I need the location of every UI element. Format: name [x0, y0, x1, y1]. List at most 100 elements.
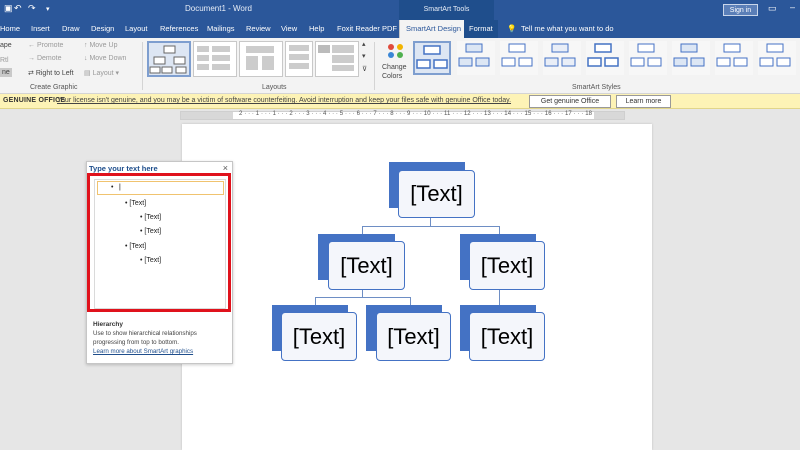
tab-draw[interactable]: Draw	[62, 20, 80, 38]
undo-icon[interactable]: ↶	[14, 3, 22, 14]
tab-references[interactable]: References	[160, 20, 198, 38]
layout-hierarchy-thumb[interactable]	[147, 41, 191, 77]
layouts-more-icon[interactable]: ⊽	[362, 65, 367, 73]
customize-qat-icon[interactable]: ▾	[46, 5, 50, 13]
style-thumb-6[interactable]	[629, 41, 667, 75]
list-item[interactable]: • [Text]	[140, 214, 161, 221]
style-thumb-5[interactable]	[586, 41, 624, 75]
style-thumb-9[interactable]	[758, 41, 796, 75]
demote-button[interactable]: → Demote	[28, 55, 61, 62]
node-level3-1[interactable]: [Text]	[281, 312, 357, 361]
connector	[315, 297, 410, 298]
tab-view[interactable]: View	[281, 20, 297, 38]
layout-thumb-2[interactable]	[193, 41, 237, 77]
move-up-button[interactable]: ↑ Move Up	[84, 42, 117, 49]
move-down-button[interactable]: ↓ Move Down	[84, 55, 126, 62]
style-thumb-8[interactable]	[715, 41, 753, 75]
tab-design[interactable]: Design	[91, 20, 114, 38]
layout-thumb-3[interactable]	[239, 41, 283, 77]
ribbon: ape Rtl ne ← Promote → Demote ⇄ Right to…	[0, 38, 800, 94]
node-root[interactable]: [Text]	[398, 170, 475, 218]
create-graphic-group-label: Create Graphic	[30, 84, 78, 91]
layout-thumb-4[interactable]	[285, 41, 313, 77]
node-level2-left[interactable]: [Text]	[328, 241, 405, 290]
style-hierarchy-icon	[673, 43, 705, 67]
layout-thumb-5[interactable]	[315, 41, 359, 77]
ribbon-display-icon[interactable]: ▭	[768, 3, 777, 14]
connector	[430, 218, 431, 226]
layout-label: Layout	[92, 70, 114, 77]
tab-layout[interactable]: Layout	[125, 20, 148, 38]
tab-home[interactable]: Home	[0, 20, 20, 38]
style-thumb-7[interactable]	[672, 41, 710, 75]
change-colors-label-2: Colors	[382, 73, 403, 80]
tab-help[interactable]: Help	[309, 20, 324, 38]
style-hierarchy-icon	[416, 45, 448, 69]
shape-button[interactable]: ape	[0, 42, 12, 49]
layouts-scroll-down-icon[interactable]: ▾	[362, 52, 366, 60]
hierarchy-layout-icon	[149, 45, 187, 74]
change-colors-button[interactable]: Change Colors	[380, 40, 410, 84]
separator	[142, 42, 143, 90]
node-level3-2[interactable]: [Text]	[376, 312, 451, 361]
table-hierarchy-layout-icon	[318, 45, 354, 71]
text-pane-rtl-label: Rtl	[0, 57, 9, 64]
list-item-active[interactable]	[97, 181, 224, 195]
title-bar: ▣ ↶ ↷ ▾ Document1 - Word SmartArt Tools …	[0, 0, 800, 20]
tell-me-search[interactable]: Tell me what you want to do	[521, 20, 614, 38]
list-item[interactable]: •	[111, 184, 113, 191]
close-icon[interactable]: ×	[223, 163, 228, 173]
learn-more-button[interactable]: Learn more	[616, 95, 671, 108]
labeled-hierarchy-layout-icon	[289, 45, 309, 69]
layouts-scroll-up-icon[interactable]: ▴	[362, 40, 366, 48]
horizontal-list-layout-icon	[246, 46, 274, 70]
tab-insert[interactable]: Insert	[31, 20, 50, 38]
style-thumb-1[interactable]	[413, 41, 451, 75]
license-warning-link[interactable]: Your license isn't genuine, and you may …	[57, 97, 511, 104]
text-pane-title: Type your text here	[89, 164, 158, 173]
tab-format[interactable]: Format	[464, 20, 498, 38]
sign-in-button[interactable]: Sign in	[723, 4, 758, 16]
node-level3-3[interactable]: [Text]	[469, 312, 545, 361]
document-title: Document1 - Word	[185, 4, 252, 13]
list-item[interactable]: • [Text]	[125, 200, 146, 207]
ruler-left-margin	[181, 112, 233, 119]
tab-review[interactable]: Review	[246, 20, 271, 38]
text-pane-button[interactable]: ne	[0, 68, 12, 77]
genuine-office-label: GENUINE OFFICE	[3, 97, 66, 104]
layout-button[interactable]: ▤ Layout ▾	[84, 69, 119, 77]
right-to-left-button[interactable]: ⇄ Right to Left	[28, 69, 74, 77]
list-item[interactable]: • [Text]	[125, 243, 146, 250]
ruler-right-margin	[594, 112, 624, 119]
horizontal-ruler[interactable]: 2 · · · 1 · · · 1 · · · 2 · · · 3 · · · …	[180, 111, 625, 120]
style-thumb-3[interactable]	[500, 41, 538, 75]
layout-description: Use to show hierarchical relationships p…	[93, 330, 197, 346]
tab-mailings[interactable]: Mailings	[207, 20, 235, 38]
save-icon[interactable]: ▣	[4, 3, 13, 14]
learn-more-smartart-link[interactable]: Learn more about SmartArt graphics	[93, 348, 193, 355]
connector	[362, 226, 499, 227]
style-hierarchy-icon	[630, 43, 662, 67]
list-layout-icon	[197, 46, 230, 70]
text-pane-list[interactable]: • | • [Text] • [Text] • [Text] • [Text] …	[94, 179, 226, 309]
smartart-styles-group-label: SmartArt Styles	[572, 84, 621, 91]
connector	[362, 289, 363, 297]
style-thumb-4[interactable]	[543, 41, 581, 75]
smartart-tools-context: SmartArt Tools	[399, 0, 494, 20]
tab-smartart-design[interactable]: SmartArt Design	[399, 20, 469, 38]
tab-foxit[interactable]: Foxit Reader PDF	[337, 20, 397, 38]
change-colors-label-1: Change	[382, 64, 407, 71]
list-item[interactable]: • [Text]	[140, 257, 161, 264]
node-level2-right[interactable]: [Text]	[469, 241, 545, 290]
style-hierarchy-icon	[759, 43, 791, 67]
list-item[interactable]: • [Text]	[140, 228, 161, 235]
style-hierarchy-icon	[544, 43, 576, 67]
ribbon-tabs: Home Insert Draw Design Layout Reference…	[0, 20, 800, 38]
promote-button[interactable]: ← Promote	[28, 42, 63, 49]
style-hierarchy-icon	[458, 43, 490, 67]
redo-icon[interactable]: ↷	[28, 3, 36, 14]
separator	[374, 42, 375, 90]
style-thumb-2[interactable]	[457, 41, 495, 75]
get-genuine-office-button[interactable]: Get genuine Office	[529, 95, 611, 108]
minimize-icon[interactable]: –	[790, 2, 795, 12]
